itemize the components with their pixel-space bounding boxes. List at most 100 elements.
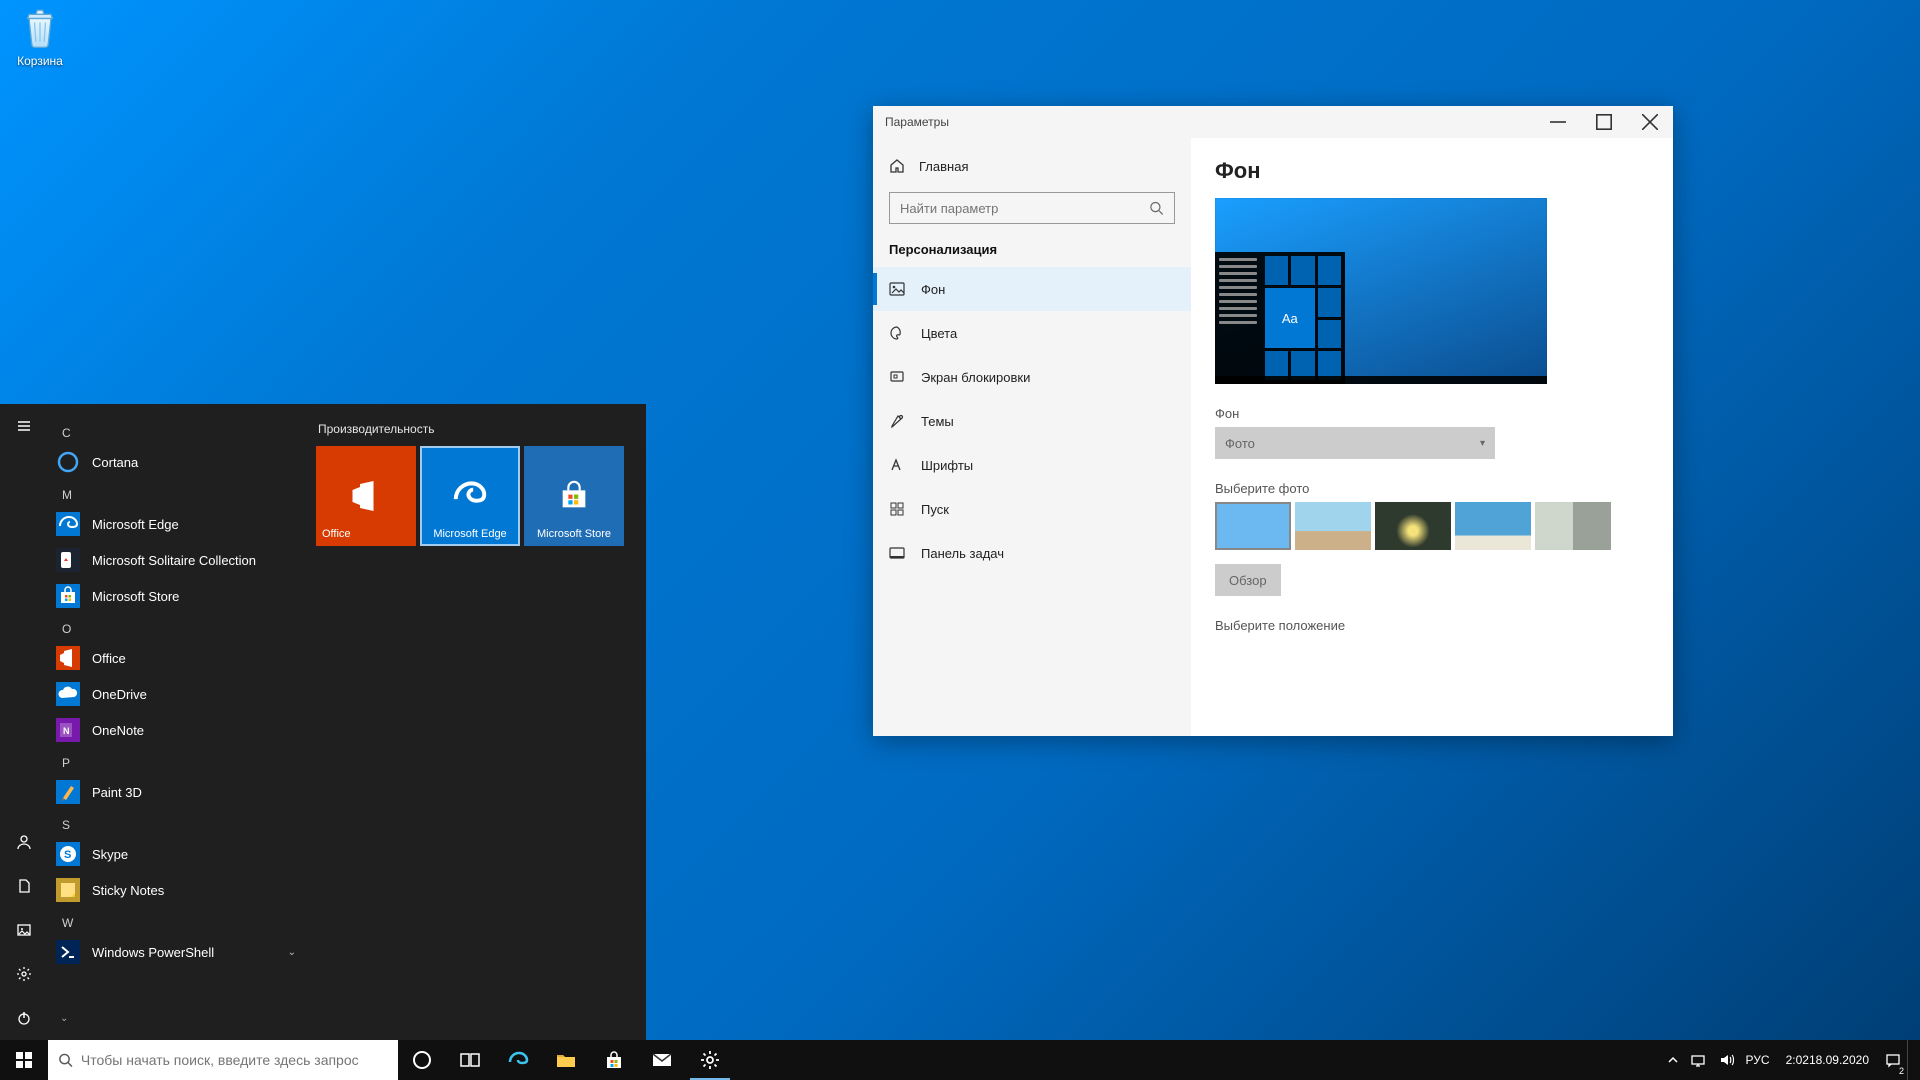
taskbar-tray: РУС 2:02 18.09.2020 2 [1662,1040,1920,1080]
letter-header[interactable]: W [48,908,308,934]
taskbar-store[interactable] [590,1040,638,1080]
cortana-icon [56,450,80,474]
tray-action-center[interactable]: 2 [1879,1040,1907,1080]
settings-nav-item-taskbar[interactable]: Панель задач [873,531,1191,575]
scroll-hint-icon: ⌄ [48,1000,76,1036]
nav-item-label: Пуск [921,502,949,517]
settings-nav: Главная Персонализация Фон Цвета Экран б… [873,138,1191,736]
app-skype[interactable]: S Skype [48,836,308,872]
bg-type-dropdown[interactable]: Фото ▾ [1215,427,1495,459]
home-icon [889,158,905,174]
settings-nav-item-fonts[interactable]: Шрифты [873,443,1191,487]
taskbar-cortana[interactable] [398,1040,446,1080]
taskbar-search-input[interactable] [81,1052,388,1068]
start-rail-pictures[interactable] [0,908,48,952]
bg-thumb[interactable] [1295,502,1371,550]
tray-ime[interactable]: РУС [1740,1040,1776,1080]
letter-header[interactable]: S [48,810,308,836]
start-rail-power[interactable] [0,996,48,1040]
taskbar-taskview[interactable] [446,1040,494,1080]
taskbar-edge[interactable] [494,1040,542,1080]
app-onenote[interactable]: N OneNote [48,712,308,748]
settings-titlebar[interactable]: Параметры [873,106,1673,138]
app-label: Office [92,651,126,666]
start-rail-settings[interactable] [0,952,48,996]
app-office[interactable]: Office [48,640,308,676]
start-all-apps[interactable]: C Cortana M Microsoft Edge Microsoft Sol… [48,404,308,1040]
app-solitaire[interactable]: Microsoft Solitaire Collection [48,542,308,578]
start-rail-user[interactable] [0,820,48,864]
bg-thumb[interactable] [1455,502,1531,550]
app-label: Microsoft Edge [92,517,179,532]
tile-edge[interactable]: Microsoft Edge [420,446,520,546]
settings-title: Параметры [885,115,949,129]
start-rail-documents[interactable] [0,864,48,908]
app-onedrive[interactable]: OneDrive [48,676,308,712]
settings-nav-item-start[interactable]: Пуск [873,487,1191,531]
gear-icon [698,1048,722,1072]
app-label: Microsoft Store [92,589,179,604]
settings-nav-home[interactable]: Главная [873,152,1191,180]
taskbar-mail[interactable] [638,1040,686,1080]
fonts-icon [889,457,905,473]
hamburger-icon [16,418,32,434]
app-label: OneNote [92,723,144,738]
gear-icon [16,966,32,982]
paint3d-icon [56,780,80,804]
app-powershell[interactable]: Windows PowerShell ⌄ [48,934,308,970]
bg-thumb[interactable] [1535,502,1611,550]
tray-network[interactable] [1684,1040,1712,1080]
bg-thumb[interactable] [1215,502,1291,550]
office-icon [316,446,416,546]
taskbar-search[interactable] [48,1040,398,1080]
tray-date: 18.09.2020 [1809,1053,1869,1067]
tile-office[interactable]: Office [316,446,416,546]
windows-icon [16,1052,32,1068]
taskbar: РУС 2:02 18.09.2020 2 [0,1040,1920,1080]
tray-volume[interactable] [1712,1040,1740,1080]
app-label: Cortana [92,455,138,470]
solitaire-icon [56,548,80,572]
settings-nav-item-background[interactable]: Фон [873,267,1191,311]
letter-header[interactable]: P [48,748,308,774]
desktop-icon-label: Корзина [17,54,63,68]
taskbar-explorer[interactable] [542,1040,590,1080]
app-label: Skype [92,847,128,862]
taskbar-settings[interactable] [686,1040,734,1080]
desktop-icon-recycle-bin[interactable]: Корзина [2,6,78,68]
settings-nav-section-title: Персонализация [873,238,1191,267]
tray-show-desktop[interactable] [1907,1040,1920,1080]
tile-store[interactable]: Microsoft Store [524,446,624,546]
minimize-button[interactable] [1535,106,1581,138]
app-paint3d[interactable]: Paint 3D [48,774,308,810]
chevron-down-icon: ⌄ [288,947,300,958]
taskbar-icon [889,545,905,561]
settings-search [889,192,1175,224]
letter-header[interactable]: C [48,418,308,444]
app-cortana[interactable]: Cortana [48,444,308,480]
settings-search-input[interactable] [900,201,1141,216]
close-button[interactable] [1627,106,1673,138]
settings-nav-item-lockscreen[interactable]: Экран блокировки [873,355,1191,399]
mail-icon [650,1048,674,1072]
browse-button[interactable]: Обзор [1215,564,1281,596]
start-button[interactable] [0,1040,48,1080]
settings-nav-item-colors[interactable]: Цвета [873,311,1191,355]
chevron-up-icon [1668,1055,1678,1065]
bg-thumb[interactable] [1375,502,1451,550]
letter-header[interactable]: M [48,480,308,506]
nav-item-label: Шрифты [921,458,973,473]
folder-icon [554,1048,578,1072]
tile-group-label[interactable]: Производительность [316,422,638,446]
app-store[interactable]: Microsoft Store [48,578,308,614]
start-rail-expand[interactable] [0,404,48,448]
maximize-button[interactable] [1581,106,1627,138]
app-edge[interactable]: Microsoft Edge [48,506,308,542]
power-icon [16,1010,32,1026]
settings-nav-item-themes[interactable]: Темы [873,399,1191,443]
tray-overflow[interactable] [1662,1040,1684,1080]
letter-header[interactable]: O [48,614,308,640]
app-stickynotes[interactable]: Sticky Notes [48,872,308,908]
palette-icon [889,325,905,341]
tray-clock[interactable]: 2:02 18.09.2020 [1776,1040,1879,1080]
